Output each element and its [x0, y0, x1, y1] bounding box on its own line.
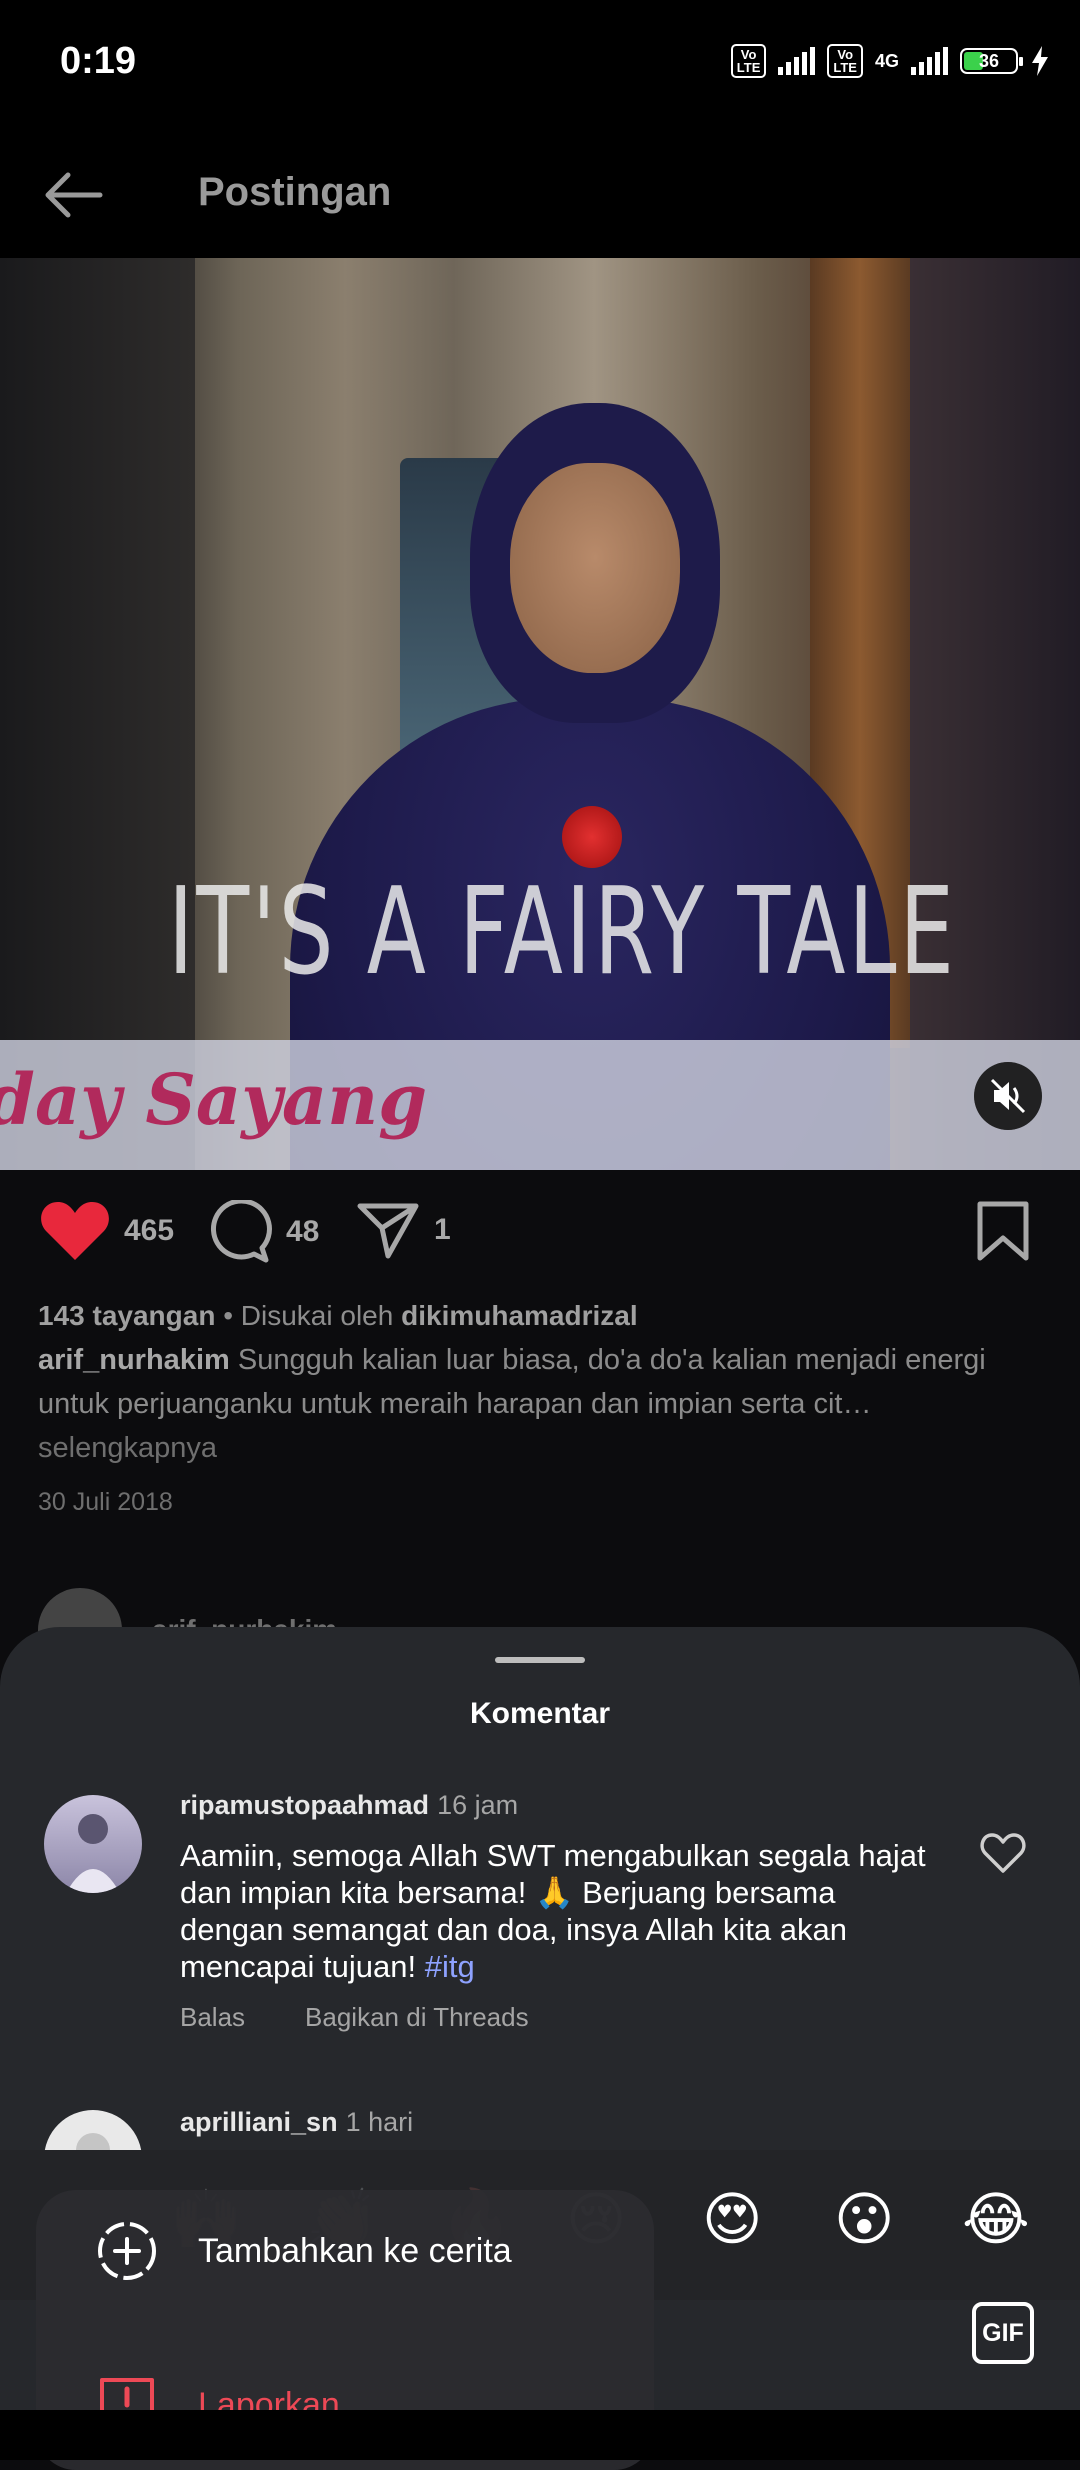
liked-by-prefix: Disukai oleh	[240, 1300, 394, 1331]
comment-time: 16 jam	[437, 1790, 519, 1820]
signal-icon	[778, 47, 816, 75]
volte-icon-2: Vo LTE	[827, 44, 863, 78]
gif-button[interactable]: GIF	[972, 2302, 1034, 2364]
network-type: 4G	[874, 51, 899, 71]
views-liked-line: 143 tayangan • Disukai oleh dikimuhamadr…	[38, 1300, 638, 1331]
share-threads-button[interactable]: Bagikan di Threads	[305, 2002, 529, 2033]
comment-time-2: 1 hari	[345, 2107, 414, 2137]
comment-icon[interactable]	[208, 1200, 272, 1264]
post-actions: 465 48 1	[0, 1170, 1080, 1300]
bookmark-icon[interactable]	[976, 1200, 1030, 1262]
battery-icon: 36	[960, 48, 1023, 74]
sheet-title: Komentar	[469, 1697, 611, 1730]
signal-icon-2	[911, 47, 948, 75]
reply-button[interactable]: Balas	[180, 2002, 245, 2033]
comment-username[interactable]: ripamustopaahmad 16 jam	[180, 1790, 518, 1821]
comment-username-2[interactable]: aprilliani_sn 1 hari	[180, 2107, 413, 2138]
comment-action[interactable]: 48	[208, 1200, 319, 1264]
comment-count[interactable]: 48	[286, 1215, 319, 1249]
emoji-heart-eyes[interactable]: 😍	[702, 2185, 762, 2255]
emoji-wow[interactable]: 😮	[834, 2185, 894, 2255]
liked-by-user[interactable]: dikimuhamadrizal	[401, 1300, 638, 1331]
top-app-bar: Postingan	[0, 130, 1080, 258]
see-more-link[interactable]: selengkapnya	[38, 1432, 217, 1464]
status-icons: Vo LTE Vo LTE 4G 36	[730, 44, 1050, 78]
video-background	[0, 258, 195, 1170]
page-title: Postingan	[198, 170, 392, 214]
back-arrow-icon[interactable]	[40, 160, 110, 230]
heart-filled-icon[interactable]	[40, 1200, 110, 1262]
mute-icon[interactable]	[974, 1062, 1042, 1130]
video-brooch	[562, 806, 622, 868]
volte-icon: Vo LTE	[730, 44, 767, 78]
share-action[interactable]: 1	[356, 1200, 451, 1260]
post-date: 30 Juli 2018	[38, 1488, 173, 1516]
battery-level: 36	[978, 51, 1000, 71]
avatar-image	[66, 1814, 120, 1893]
charging-icon	[1032, 46, 1048, 76]
bottom-bar	[0, 2410, 1080, 2460]
video-person-face	[510, 463, 680, 673]
comment-avatar[interactable]	[44, 1795, 142, 1893]
add-story-icon	[98, 2222, 156, 2280]
post-caption: arif_nurhakim Sungguh kalian luar biasa,…	[38, 1338, 1048, 1470]
video-wall	[910, 258, 1080, 1170]
comment-like-icon[interactable]	[980, 1832, 1026, 1874]
share-count[interactable]: 1	[434, 1213, 451, 1247]
view-count: 143 tayangan	[38, 1300, 216, 1331]
emoji-laugh[interactable]: 😂	[962, 2185, 1030, 2255]
video-banner-text: day Sayang	[0, 1058, 428, 1141]
caption-username[interactable]: arif_nurhakim	[38, 1344, 230, 1376]
add-to-story-item[interactable]: Tambahkan ke cerita	[96, 2220, 512, 2282]
comment-text: Aamiin, semoga Allah SWT mengabulkan seg…	[180, 1838, 926, 1984]
post-video[interactable]: IT'S A FAIRY TALE day Sayang	[0, 258, 1080, 1170]
add-to-story-label: Tambahkan ke cerita	[198, 2231, 512, 2270]
comment-actions: Balas Bagikan di Threads	[180, 2002, 529, 2033]
like-action[interactable]: 465	[40, 1200, 174, 1262]
status-bar: 0:19 Vo LTE Vo LTE 4G 36	[0, 0, 1080, 130]
send-icon[interactable]	[356, 1200, 420, 1260]
like-count[interactable]: 465	[124, 1214, 174, 1248]
comment-hashtag[interactable]: #itg	[425, 1949, 475, 1984]
sheet-drag-handle[interactable]	[495, 1657, 585, 1663]
status-time: 0:19	[60, 40, 137, 82]
video-overlay-text: IT'S A FAIRY TALE	[168, 863, 957, 1002]
